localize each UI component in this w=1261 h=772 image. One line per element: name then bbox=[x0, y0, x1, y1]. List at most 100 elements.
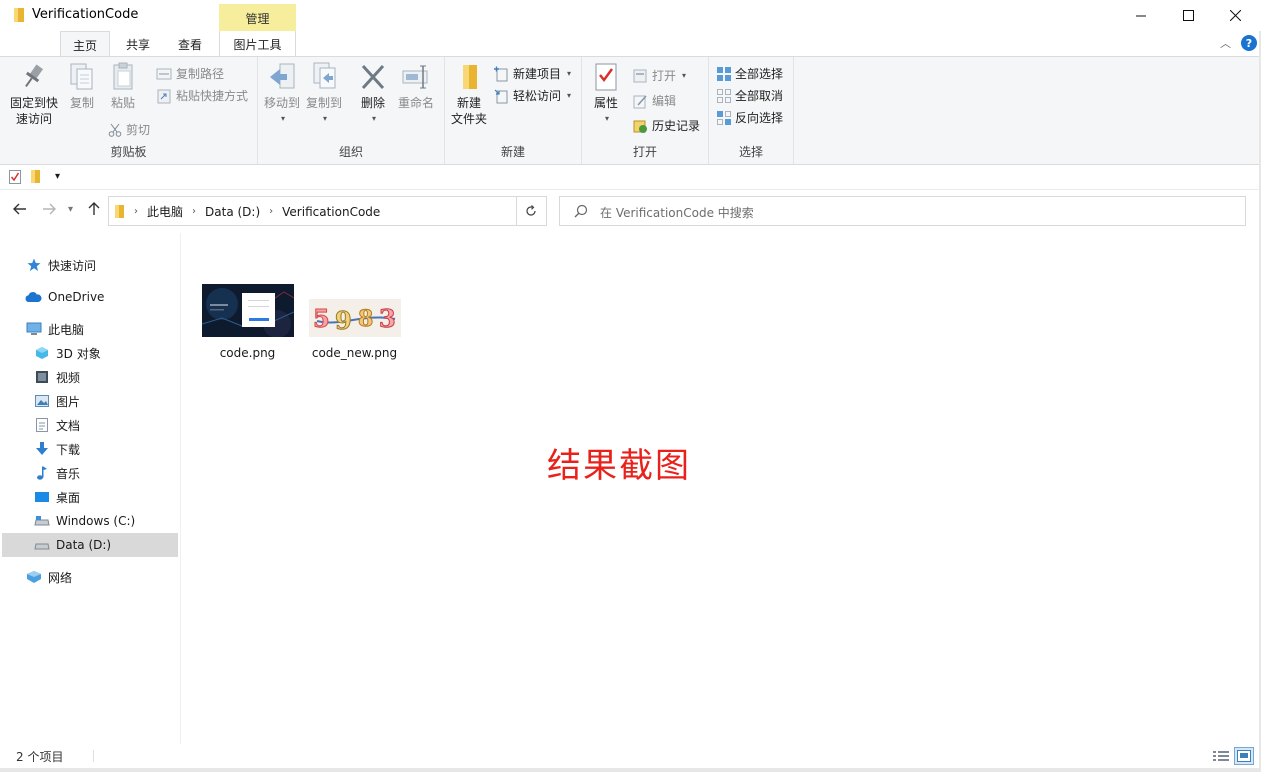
minimize-button[interactable] bbox=[1118, 0, 1164, 31]
nav-item-network[interactable]: 网络 bbox=[2, 565, 178, 589]
file-item-code-png[interactable]: code.png bbox=[200, 284, 295, 360]
window-title: VerificationCode bbox=[32, 7, 139, 22]
address-bar[interactable]: › 此电脑 › Data (D:) › VerificationCode bbox=[108, 196, 613, 226]
status-bar: 2 个项目 bbox=[0, 744, 1261, 768]
select-none-label: 全部取消 bbox=[735, 89, 784, 103]
invert-selection-button[interactable]: 反向选择 bbox=[717, 109, 783, 126]
nav-item-onedrive[interactable]: OneDrive bbox=[2, 285, 178, 309]
nav-item-drive-c[interactable]: Windows (C:) bbox=[2, 509, 178, 533]
breadcrumb-separator-icon[interactable]: › bbox=[269, 206, 273, 217]
desktop-icon bbox=[35, 492, 49, 502]
up-arrow-icon bbox=[88, 202, 100, 215]
rename-button[interactable]: 重命名 bbox=[394, 61, 438, 111]
breadcrumb-verificationcode[interactable]: VerificationCode bbox=[282, 205, 380, 219]
search-icon bbox=[574, 204, 588, 218]
nav-item-documents[interactable]: 文档 bbox=[2, 413, 178, 437]
refresh-button[interactable] bbox=[516, 196, 547, 226]
new-item-icon bbox=[494, 66, 508, 81]
easy-access-button[interactable]: 轻松访问 ▾ bbox=[493, 87, 571, 104]
invert-selection-icon bbox=[717, 110, 731, 125]
copy-label: 复制 bbox=[69, 96, 94, 110]
nav-label: 网络 bbox=[48, 570, 73, 585]
tab-view[interactable]: 查看 bbox=[166, 31, 214, 56]
select-none-button[interactable]: 全部取消 bbox=[717, 87, 783, 104]
nav-label: Windows (C:) bbox=[56, 514, 136, 528]
nav-item-videos[interactable]: 视频 bbox=[2, 365, 178, 389]
folder-icon bbox=[31, 170, 40, 183]
file-list: code.png 5 9 8 3 code_new.png 结果截图 bbox=[182, 233, 1259, 744]
select-all-button[interactable]: 全部选择 bbox=[717, 65, 783, 82]
nav-item-quick-access[interactable]: 快速访问 bbox=[2, 253, 178, 277]
maximize-button[interactable] bbox=[1165, 0, 1211, 31]
new-folder-label-line2: 文件夹 bbox=[450, 112, 487, 126]
new-folder-quick-button[interactable] bbox=[31, 170, 40, 186]
collapse-ribbon-icon[interactable]: ︿ bbox=[1220, 35, 1231, 51]
customize-toolbar-button[interactable]: ▾ bbox=[55, 171, 60, 182]
large-icons-view-button[interactable] bbox=[1234, 747, 1254, 765]
edit-button[interactable]: 编辑 bbox=[632, 92, 676, 109]
tab-manage[interactable]: 管理 bbox=[219, 4, 296, 31]
properties-label: 属性 bbox=[593, 96, 618, 110]
move-to-button[interactable]: 移动到 ▾ bbox=[262, 61, 302, 127]
breadcrumb-this-pc[interactable]: 此电脑 bbox=[147, 203, 183, 220]
copy-path-button[interactable]: 复制路径 bbox=[156, 65, 224, 82]
copy-button[interactable]: 复制 bbox=[64, 61, 100, 111]
nav-item-music[interactable]: 音乐 bbox=[2, 461, 178, 485]
search-placeholder[interactable]: 在 VerificationCode 中搜索 bbox=[600, 204, 754, 221]
nav-label: 3D 对象 bbox=[56, 346, 101, 361]
file-name: code_new.png bbox=[311, 346, 398, 360]
file-item-code-new-png[interactable]: 5 9 8 3 code_new.png bbox=[307, 284, 402, 360]
open-button[interactable]: 打开 ▾ bbox=[632, 67, 686, 84]
delete-x-icon bbox=[361, 64, 385, 90]
copy-path-icon bbox=[156, 68, 172, 79]
paste-shortcut-button[interactable]: 粘贴快捷方式 bbox=[156, 87, 248, 104]
nav-label: 音乐 bbox=[56, 466, 81, 481]
network-icon bbox=[27, 571, 41, 583]
nav-item-pictures[interactable]: 图片 bbox=[2, 389, 178, 413]
search-box[interactable]: 在 VerificationCode 中搜索 bbox=[559, 196, 1246, 226]
move-to-icon bbox=[270, 63, 295, 89]
copy-to-button[interactable]: 复制到 ▾ bbox=[304, 61, 344, 127]
group-select: 全部选择 全部取消 反向选择 选择 bbox=[709, 57, 794, 164]
help-icon[interactable]: ? bbox=[1241, 35, 1257, 51]
forward-button[interactable] bbox=[42, 202, 56, 220]
back-button[interactable] bbox=[13, 202, 27, 220]
delete-button[interactable]: 删除 ▾ bbox=[356, 61, 390, 127]
nav-item-this-pc[interactable]: 此电脑 bbox=[2, 317, 178, 341]
group-clipboard: 固定到快 速访问 复制 粘贴 复制路径 粘贴快捷方式 剪切 剪贴板 bbox=[0, 57, 258, 164]
breadcrumb-separator-icon[interactable]: › bbox=[134, 206, 138, 217]
group-new: 新建 文件夹 新建项目 ▾ 轻松访问 ▾ 新建 bbox=[445, 57, 582, 164]
nav-label: 桌面 bbox=[56, 490, 81, 505]
pin-quick-access-button[interactable]: 固定到快 速访问 bbox=[6, 61, 62, 127]
nav-item-desktop[interactable]: 桌面 bbox=[2, 485, 178, 509]
paste-button[interactable]: 粘贴 bbox=[104, 61, 142, 111]
new-folder-icon bbox=[463, 65, 477, 89]
music-note-icon bbox=[37, 466, 47, 480]
properties-button[interactable]: 属性 ▾ bbox=[588, 61, 624, 127]
tab-picture-tools[interactable]: 图片工具 bbox=[219, 31, 296, 56]
group-open: 属性 ▾ 打开 ▾ 编辑 历史记录 打开 bbox=[582, 57, 709, 164]
nav-item-drive-d[interactable]: Data (D:) bbox=[2, 533, 178, 557]
status-divider bbox=[93, 750, 94, 762]
chevron-down-icon: ▾ bbox=[604, 114, 609, 123]
breadcrumb-drive-d[interactable]: Data (D:) bbox=[205, 205, 260, 219]
close-button[interactable] bbox=[1212, 0, 1258, 31]
nav-item-3d-objects[interactable]: 3D 对象 bbox=[2, 341, 178, 365]
nav-label: 文档 bbox=[56, 418, 81, 433]
tab-share[interactable]: 共享 bbox=[114, 31, 162, 56]
properties-quick-button[interactable] bbox=[9, 170, 21, 187]
forward-arrow-icon bbox=[43, 203, 56, 215]
cut-button[interactable]: 剪切 bbox=[108, 121, 150, 138]
nav-item-downloads[interactable]: 下载 bbox=[2, 437, 178, 461]
tab-home[interactable]: 主页 bbox=[60, 31, 110, 56]
details-view-button[interactable] bbox=[1211, 747, 1231, 765]
recent-locations-button[interactable]: ▾ bbox=[68, 204, 73, 215]
window-border-bottom bbox=[0, 768, 1261, 772]
history-button[interactable]: 历史记录 bbox=[632, 117, 700, 134]
breadcrumb-separator-icon[interactable]: › bbox=[192, 206, 196, 217]
up-button[interactable] bbox=[87, 202, 101, 220]
group-label-clipboard: 剪贴板 bbox=[110, 145, 147, 159]
new-item-button[interactable]: 新建项目 ▾ bbox=[493, 65, 571, 82]
new-folder-button[interactable]: 新建 文件夹 bbox=[449, 61, 489, 127]
easy-access-label: 轻松访问 bbox=[513, 89, 562, 103]
